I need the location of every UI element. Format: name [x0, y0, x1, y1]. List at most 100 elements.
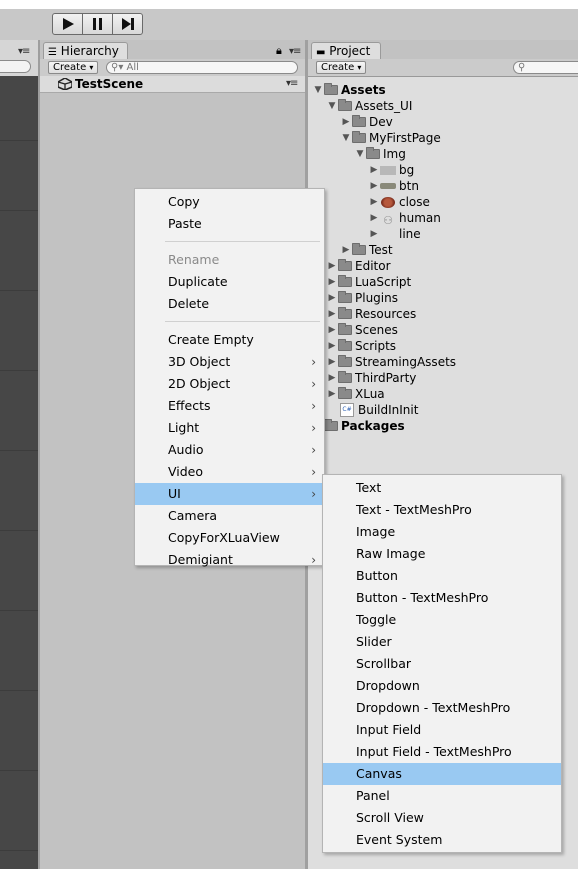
expand-right-icon[interactable]: ▶: [326, 354, 338, 370]
menu-item[interactable]: Button: [323, 565, 561, 587]
tree-item[interactable]: ▶ Scenes: [326, 322, 398, 338]
step-button[interactable]: [112, 13, 143, 35]
hierarchy-create-button[interactable]: Create ▾: [48, 61, 99, 74]
tree-item[interactable]: ▶ ⚇ human: [368, 210, 441, 227]
expand-right-icon[interactable]: ▶: [368, 194, 380, 210]
expand-right-icon[interactable]: ▶: [326, 274, 338, 290]
tree-item[interactable]: ▶ btn: [368, 178, 419, 194]
menu-item[interactable]: Text: [323, 477, 561, 499]
menu-item[interactable]: Camera: [135, 505, 324, 527]
panel-menu-icon[interactable]: ▾≡: [18, 46, 30, 57]
expand-right-icon[interactable]: ▶: [340, 114, 352, 130]
tree-item[interactable]: ▶ Resources: [326, 306, 416, 322]
menu-item[interactable]: Light ›: [135, 417, 324, 439]
tree-item[interactable]: ▶ LuaScript: [326, 274, 411, 290]
tree-item-label: bg: [399, 163, 415, 177]
tree-item[interactable]: ▶ Scripts: [326, 338, 396, 354]
expand-down-icon[interactable]: ▼: [312, 82, 324, 98]
menu-item[interactable]: Panel: [323, 785, 561, 807]
menu-item[interactable]: Slider: [323, 631, 561, 653]
menu-item[interactable]: Duplicate: [135, 271, 324, 293]
tab-project[interactable]: ▬ Project: [311, 42, 381, 59]
tree-item[interactable]: ▼ Img: [354, 146, 406, 162]
menu-item[interactable]: Create Empty: [135, 329, 324, 351]
tree-item[interactable]: C# BuildInInit: [326, 402, 418, 418]
tree-item-label: MyFirstPage: [369, 131, 441, 145]
play-button[interactable]: [52, 13, 83, 35]
menu-item[interactable]: Dropdown - TextMeshPro: [323, 697, 561, 719]
project-search-input[interactable]: ⚲: [513, 61, 578, 74]
menu-separator: [165, 241, 320, 242]
tree-item-label: Editor: [355, 259, 391, 273]
menu-item[interactable]: 3D Object ›: [135, 351, 324, 373]
tree-item[interactable]: ▶ Plugins: [326, 290, 398, 306]
tree-item[interactable]: ▶ StreamingAssets: [326, 354, 456, 370]
tree-item[interactable]: ▶ Dev: [340, 114, 393, 130]
tree-item[interactable]: ▼ MyFirstPage: [340, 130, 441, 146]
expand-right-icon[interactable]: ▶: [326, 306, 338, 322]
expand-right-icon[interactable]: ▶: [368, 210, 380, 226]
expand-down-icon[interactable]: ▼: [354, 146, 366, 162]
hierarchy-search-input[interactable]: ⚲▾ All: [106, 61, 298, 74]
expand-right-icon[interactable]: ▶: [368, 226, 380, 242]
expand-right-icon[interactable]: ▶: [326, 258, 338, 274]
lock-icon[interactable]: 🔒︎: [276, 44, 282, 58]
expand-right-icon[interactable]: ▶: [368, 162, 380, 178]
expand-right-icon[interactable]: ▶: [326, 322, 338, 338]
folder-icon: [338, 307, 352, 319]
menu-item[interactable]: Audio ›: [135, 439, 324, 461]
tree-item[interactable]: ▼ Assets_UI: [326, 98, 412, 114]
menu-item[interactable]: Input Field - TextMeshPro: [323, 741, 561, 763]
menu-item[interactable]: Input Field: [323, 719, 561, 741]
menu-item[interactable]: 2D Object ›: [135, 373, 324, 395]
folder-icon: [338, 99, 352, 111]
menu-item[interactable]: UI ›: [135, 483, 324, 505]
scene-search-field[interactable]: [0, 60, 31, 73]
menu-item[interactable]: Scrollbar: [323, 653, 561, 675]
menu-item[interactable]: Paste: [135, 213, 324, 235]
pause-button[interactable]: [82, 13, 113, 35]
tree-item[interactable]: ▶ close: [368, 194, 430, 210]
menu-item[interactable]: Image: [323, 521, 561, 543]
menu-item[interactable]: Scroll View: [323, 807, 561, 829]
scene-view-canvas[interactable]: [0, 76, 38, 869]
expand-right-icon[interactable]: ▶: [340, 242, 352, 258]
tree-item[interactable]: ▶ bg: [368, 162, 415, 178]
expand-right-icon[interactable]: ▶: [326, 386, 338, 402]
scene-row[interactable]: TestScene ▾≡: [40, 76, 305, 93]
tree-item[interactable]: ▶ Test: [340, 242, 393, 258]
tree-item[interactable]: ▶ Editor: [326, 258, 391, 274]
menu-item[interactable]: Button - TextMeshPro: [323, 587, 561, 609]
menu-item[interactable]: CopyForXLuaView: [135, 527, 324, 549]
menu-item[interactable]: Delete: [135, 293, 324, 315]
menu-item-label: Rename: [168, 252, 220, 267]
scene-menu-icon[interactable]: ▾≡: [286, 76, 298, 92]
tree-item[interactable]: ▶ XLua: [326, 386, 385, 402]
menu-item[interactable]: Text - TextMeshPro: [323, 499, 561, 521]
menu-item[interactable]: Toggle: [323, 609, 561, 631]
scene-grid-line: [0, 370, 38, 371]
menu-item[interactable]: Dropdown: [323, 675, 561, 697]
menu-item[interactable]: Demigiant ›: [135, 549, 324, 571]
menu-item[interactable]: Raw Image: [323, 543, 561, 565]
expand-right-icon[interactable]: ▶: [326, 370, 338, 386]
tab-hierarchy[interactable]: ☰ Hierarchy: [43, 42, 128, 59]
menu-item[interactable]: Video ›: [135, 461, 324, 483]
menu-item[interactable]: Canvas: [323, 763, 561, 785]
expand-right-icon[interactable]: ▶: [326, 338, 338, 354]
tree-item[interactable]: ▼ Assets: [312, 82, 386, 98]
menu-item[interactable]: Copy: [135, 191, 324, 213]
menu-item[interactable]: Event System: [323, 829, 561, 851]
tree-item[interactable]: ▶ ThirdParty: [326, 370, 416, 386]
expand-right-icon[interactable]: ▶: [368, 178, 380, 194]
panel-menu-icon[interactable]: ▾≡: [289, 46, 301, 57]
menu-item[interactable]: Effects ›: [135, 395, 324, 417]
tree-item[interactable]: ▶ line: [368, 226, 421, 242]
expand-down-icon[interactable]: ▼: [340, 130, 352, 146]
expand-down-icon[interactable]: ▼: [326, 98, 338, 114]
chevron-right-icon: ›: [311, 399, 316, 413]
tree-item[interactable]: Packages: [312, 418, 405, 434]
menu-item-label: Delete: [168, 296, 210, 311]
expand-right-icon[interactable]: ▶: [326, 290, 338, 306]
project-create-button[interactable]: Create ▾: [316, 61, 367, 74]
